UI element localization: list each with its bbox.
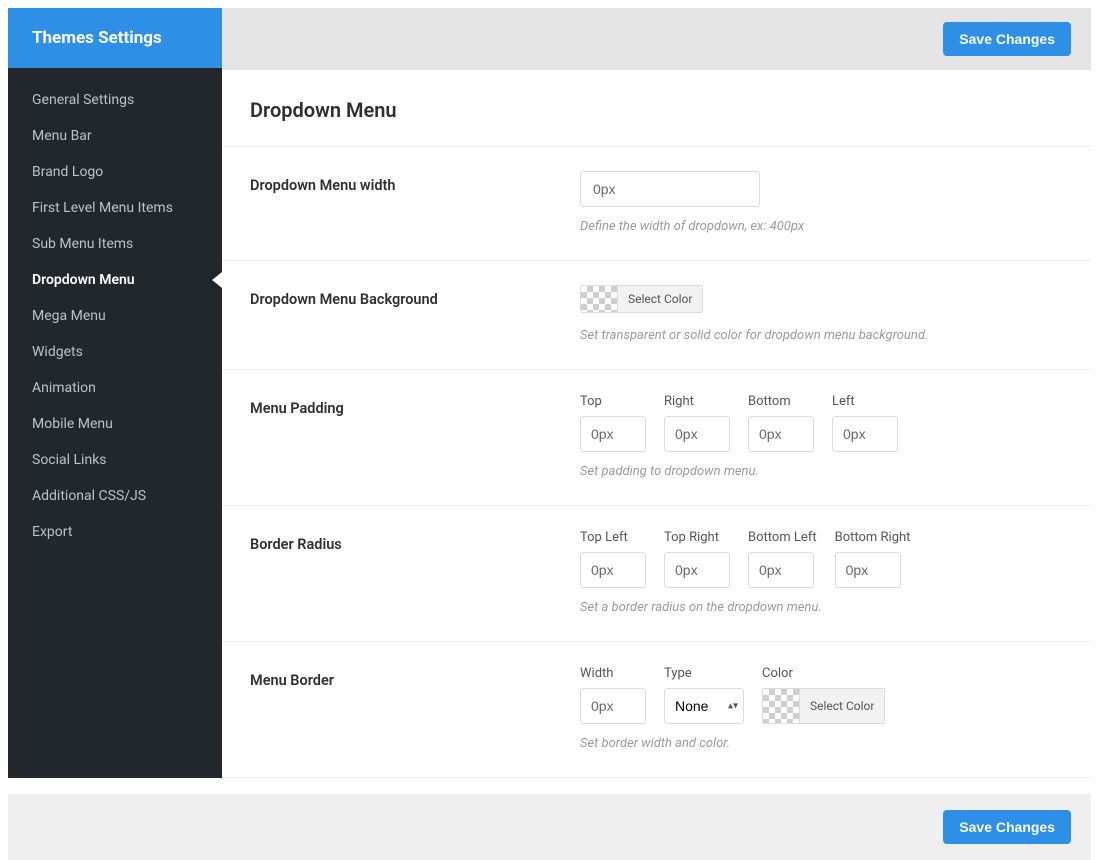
- padding-right-label: Right: [664, 394, 730, 409]
- radius-bl-label: Bottom Left: [748, 530, 817, 545]
- padding-right-input[interactable]: [664, 416, 730, 452]
- sidebar-nav: General Settings Menu Bar Brand Logo Fir…: [8, 68, 222, 564]
- setting-menu-border: Menu Border Width Type None: [222, 642, 1091, 778]
- radius-tl-label: Top Left: [580, 530, 646, 545]
- setting-label-width: Dropdown Menu width: [250, 171, 580, 234]
- hint-padding: Set padding to dropdown menu.: [580, 464, 1063, 479]
- hint-width: Define the width of dropdown, ex: 400px: [580, 219, 1063, 234]
- border-type-select[interactable]: None: [664, 688, 744, 724]
- padding-bottom-input[interactable]: [748, 416, 814, 452]
- radius-bl-input[interactable]: [748, 552, 814, 588]
- radius-tl-input[interactable]: [580, 552, 646, 588]
- content: Dropdown Menu Dropdown Menu width Define…: [222, 70, 1091, 778]
- sidebar-item-mobile-menu[interactable]: Mobile Menu: [8, 406, 222, 442]
- radius-tr-label: Top Right: [664, 530, 730, 545]
- sidebar-item-social-links[interactable]: Social Links: [8, 442, 222, 478]
- sidebar-item-dropdown-menu[interactable]: Dropdown Menu: [8, 262, 222, 298]
- sidebar-item-animation[interactable]: Animation: [8, 370, 222, 406]
- hint-background: Set transparent or solid color for dropd…: [580, 328, 1063, 343]
- select-color-label: Select Color: [799, 689, 884, 723]
- border-width-label: Width: [580, 666, 646, 681]
- transparent-swatch-icon: [763, 689, 799, 723]
- radius-br-input[interactable]: [835, 552, 901, 588]
- setting-label-padding: Menu Padding: [250, 394, 580, 479]
- radius-tr-input[interactable]: [664, 552, 730, 588]
- setting-label-border: Menu Border: [250, 666, 580, 751]
- padding-bottom-label: Bottom: [748, 394, 814, 409]
- transparent-swatch-icon: [581, 286, 617, 312]
- padding-left-input[interactable]: [832, 416, 898, 452]
- select-color-label: Select Color: [617, 286, 702, 312]
- border-color-label: Color: [762, 666, 885, 681]
- sidebar-item-widgets[interactable]: Widgets: [8, 334, 222, 370]
- sidebar-title: Themes Settings: [8, 8, 222, 68]
- setting-menu-padding: Menu Padding Top Right Bottom: [222, 370, 1091, 506]
- dropdown-width-input[interactable]: [580, 171, 760, 207]
- save-button-footer[interactable]: Save Changes: [943, 810, 1071, 844]
- sidebar-item-export[interactable]: Export: [8, 514, 222, 550]
- footer: Save Changes: [8, 794, 1091, 860]
- setting-label-radius: Border Radius: [250, 530, 580, 615]
- padding-top-label: Top: [580, 394, 646, 409]
- setting-label-background: Dropdown Menu Background: [250, 285, 580, 343]
- hint-border: Set border width and color.: [580, 736, 1063, 751]
- sidebar-item-first-level-menu-items[interactable]: First Level Menu Items: [8, 190, 222, 226]
- page-title: Dropdown Menu: [222, 70, 1091, 147]
- sidebar-item-menu-bar[interactable]: Menu Bar: [8, 118, 222, 154]
- hint-radius: Set a border radius on the dropdown menu…: [580, 600, 1063, 615]
- border-width-input[interactable]: [580, 688, 646, 724]
- padding-left-label: Left: [832, 394, 898, 409]
- radius-br-label: Bottom Right: [835, 530, 911, 545]
- sidebar-item-additional-css-js[interactable]: Additional CSS/JS: [8, 478, 222, 514]
- padding-top-input[interactable]: [580, 416, 646, 452]
- sidebar-item-general-settings[interactable]: General Settings: [8, 82, 222, 118]
- sidebar-item-brand-logo[interactable]: Brand Logo: [8, 154, 222, 190]
- setting-border-radius: Border Radius Top Left Top Right Bottom …: [222, 506, 1091, 642]
- save-button[interactable]: Save Changes: [943, 22, 1071, 56]
- sidebar-item-mega-menu[interactable]: Mega Menu: [8, 298, 222, 334]
- border-color-picker[interactable]: Select Color: [762, 688, 885, 724]
- sidebar: Themes Settings General Settings Menu Ba…: [8, 8, 222, 778]
- sidebar-item-sub-menu-items[interactable]: Sub Menu Items: [8, 226, 222, 262]
- topbar: Save Changes: [222, 8, 1091, 70]
- setting-dropdown-width: Dropdown Menu width Define the width of …: [222, 147, 1091, 261]
- background-color-picker[interactable]: Select Color: [580, 285, 703, 313]
- main: Save Changes Dropdown Menu Dropdown Menu…: [222, 8, 1091, 778]
- border-type-label: Type: [664, 666, 744, 681]
- setting-dropdown-background: Dropdown Menu Background Select Color Se…: [222, 261, 1091, 370]
